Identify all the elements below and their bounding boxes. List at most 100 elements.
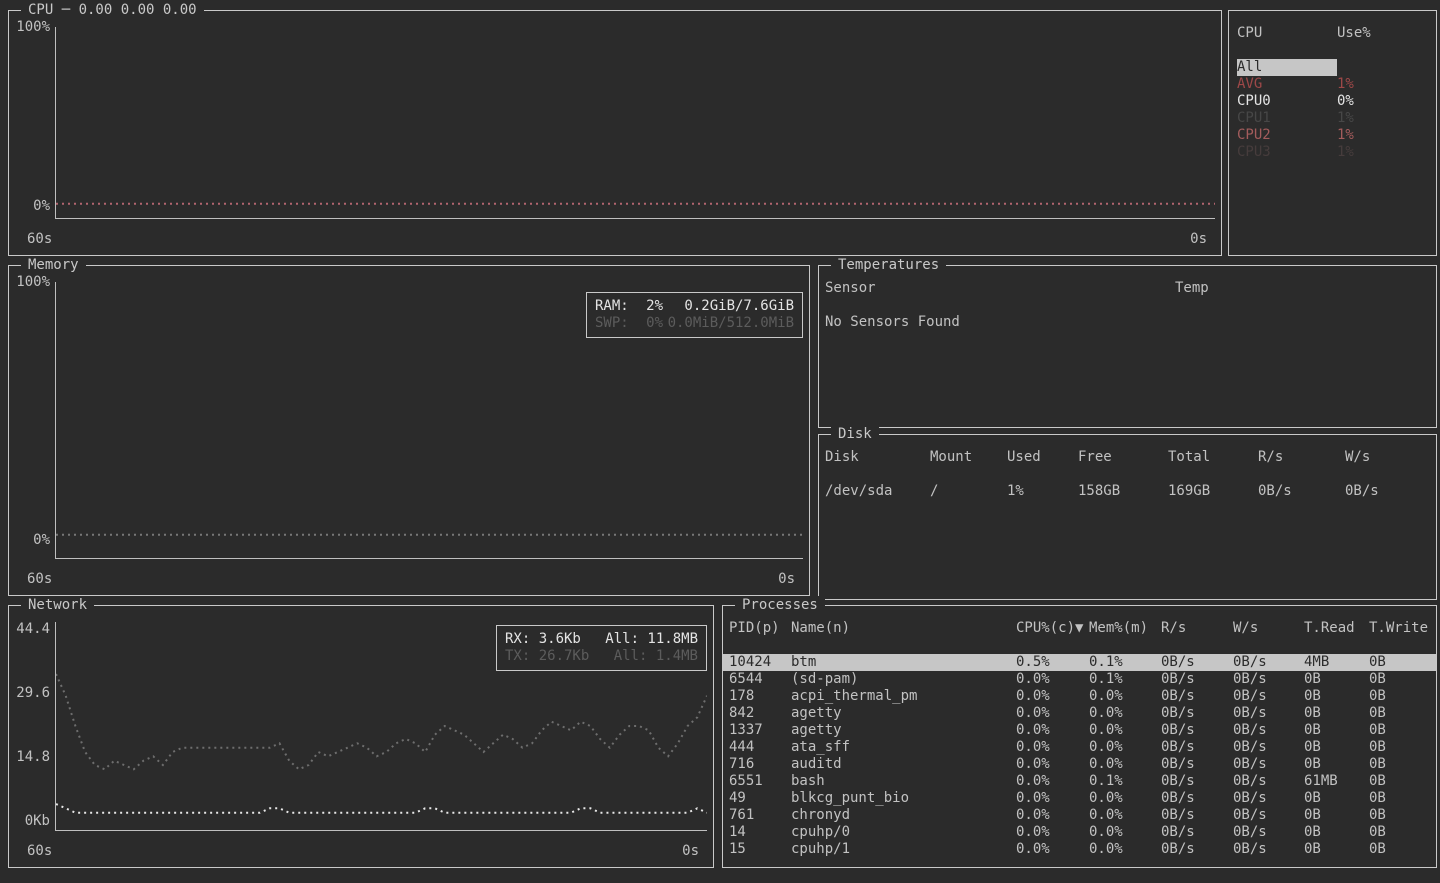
memory-legend-amount: 0.2GiB/7.6GiB	[663, 298, 794, 315]
memory-legend-row-swp: SWP:0%0.0MiB/512.0MiB	[595, 315, 794, 332]
network-panel[interactable]: Network 44.429.614.80Kb RX: 3.6KbAll: 11…	[8, 605, 714, 868]
disk-panel[interactable]: Disk DiskMountUsedFreeTotalR/sW/s /dev/s…	[818, 434, 1437, 600]
disk-header-row: DiskMountUsedFreeTotalR/sW/s	[819, 449, 1436, 466]
cpu-legend-row-all[interactable]: All	[1229, 59, 1436, 76]
disk-spacer	[819, 466, 1436, 483]
process-cell: 0.0%	[1016, 671, 1089, 688]
disk-column-header: Used	[1007, 449, 1078, 466]
cpu-x-left-label: 60s	[27, 231, 52, 248]
process-row-bash[interactable]: 6551bash0.0%0.1%0B/s0B/s61MB0B	[723, 773, 1436, 790]
process-row-cpuhp/0[interactable]: 14cpuhp/00.0%0.0%0B/s0B/s0B0B	[723, 824, 1436, 841]
cpu-entry-use-percent: 0%	[1337, 93, 1436, 110]
cpu-legend-row-cpu2[interactable]: CPU21%	[1229, 127, 1436, 144]
process-column-header[interactable]: R/s	[1161, 620, 1233, 637]
cpu-legend-row-cpu0[interactable]: CPU00%	[1229, 93, 1436, 110]
cpu-legend-row-cpu1[interactable]: CPU11%	[1229, 110, 1436, 127]
process-cell: 178	[729, 688, 791, 705]
process-cell: 0.0%	[1089, 705, 1161, 722]
memory-chart-body: 100%0% RAM:2%0.2GiB/7.6GiBSWP:0%0.0MiB/5…	[9, 282, 803, 559]
process-cell: 0B/s	[1233, 841, 1304, 858]
disk-cell: 0B/s	[1345, 483, 1436, 500]
network-legend-row-rx: RX: 3.6KbAll: 11.8MB	[505, 631, 698, 648]
process-cell: 444	[729, 739, 791, 756]
processes-rows: 10424btm0.5%0.1%0B/s0B/s4MB0B6544(sd-pam…	[723, 654, 1436, 858]
cpu-legend-row-cpu3[interactable]: CPU31%	[1229, 144, 1436, 161]
process-row-chronyd[interactable]: 761chronyd0.0%0.0%0B/s0B/s0B0B	[723, 807, 1436, 824]
process-row-ata_sff[interactable]: 444ata_sff0.0%0.0%0B/s0B/s0B0B	[723, 739, 1436, 756]
processes-table: PID(p)Name(n)CPU%(c)▼Mem%(m)R/sW/sT.Read…	[723, 607, 1436, 866]
process-cell: 0.0%	[1089, 841, 1161, 858]
cpu-legend-column-cpu[interactable]: CPU	[1237, 25, 1337, 42]
process-column-header[interactable]: W/s	[1233, 620, 1304, 637]
memory-plot-area: RAM:2%0.2GiB/7.6GiBSWP:0%0.0MiB/512.0MiB	[55, 282, 803, 559]
process-cell: blkcg_punt_bio	[791, 790, 1016, 807]
cpu-legend-header-row: CPU Use%	[1229, 25, 1436, 42]
process-row-cpuhp/1[interactable]: 15cpuhp/10.0%0.0%0B/s0B/s0B0B	[723, 841, 1436, 858]
process-column-header[interactable]: Mem%(m)	[1089, 620, 1161, 637]
process-row-agetty[interactable]: 1337agetty0.0%0.0%0B/s0B/s0B0B	[723, 722, 1436, 739]
process-cell: 0B/s	[1161, 824, 1233, 841]
network-panel-title: Network	[21, 596, 94, 614]
process-row-agetty[interactable]: 842agetty0.0%0.0%0B/s0B/s0B0B	[723, 705, 1436, 722]
cpu-legend-rows: AllAVG1%CPU00%CPU11%CPU21%CPU31%	[1229, 59, 1436, 161]
process-column-header[interactable]: T.Read	[1304, 620, 1369, 637]
process-column-header[interactable]: T.Write	[1369, 620, 1436, 637]
cpu-entry-label: All	[1237, 59, 1337, 76]
process-cell: 6544	[729, 671, 791, 688]
network-x-axis-labels: 60s 0s	[27, 843, 699, 860]
temperatures-column-sensor[interactable]: Sensor	[825, 280, 1175, 297]
process-row-btm[interactable]: 10424btm0.5%0.1%0B/s0B/s4MB0B	[723, 654, 1436, 671]
temperatures-panel[interactable]: Temperatures Sensor Temp No Sensors Foun…	[818, 265, 1437, 428]
process-cell: 0B	[1304, 824, 1369, 841]
process-cell: 0B	[1369, 688, 1436, 705]
cpu-panel[interactable]: CPU ─ 0.00 0.00 0.00 100%0% 60s 0s	[8, 10, 1222, 256]
process-cell: 0.0%	[1089, 688, 1161, 705]
process-column-header[interactable]: PID(p)	[729, 620, 791, 637]
process-cell: 0B/s	[1161, 739, 1233, 756]
network-chart-body: 44.429.614.80Kb RX: 3.6KbAll: 11.8MBTX: …	[9, 622, 707, 831]
network-legend-row-tx: TX: 26.7KbAll: 1.4MB	[505, 648, 698, 665]
temperatures-column-temp[interactable]: Temp	[1175, 280, 1436, 297]
process-cell: 0.1%	[1089, 654, 1161, 671]
cpu-entry-use-percent: 1%	[1337, 144, 1436, 161]
process-cell: 0.0%	[1016, 739, 1089, 756]
process-cell: 0B/s	[1161, 705, 1233, 722]
cpu-legend-column-use[interactable]: Use%	[1337, 25, 1436, 42]
process-cell: 0B	[1304, 705, 1369, 722]
process-column-header[interactable]: Name(n)	[791, 620, 1016, 637]
process-cell: ata_sff	[791, 739, 1016, 756]
process-cell: 0.0%	[1016, 790, 1089, 807]
disk-column-header: Mount	[930, 449, 1007, 466]
process-row-(sd-pam)[interactable]: 6544(sd-pam)0.0%0.1%0B/s0B/s0B0B	[723, 671, 1436, 688]
process-cell: 0B	[1304, 671, 1369, 688]
net-y-tick-label: 14.8	[16, 749, 50, 765]
disk-row[interactable]: /dev/sda/1%158GB169GB0B/s0B/s	[819, 483, 1436, 500]
cpu-entry-use-percent	[1337, 59, 1436, 76]
network-plot-area: RX: 3.6KbAll: 11.8MBTX: 26.7KbAll: 1.4MB	[55, 622, 707, 831]
network-legend-rate: RX: 3.6Kb	[505, 631, 605, 648]
cpu-legend-spacer	[1229, 42, 1436, 59]
process-row-auditd[interactable]: 716auditd0.0%0.0%0B/s0B/s0B0B	[723, 756, 1436, 773]
process-cell: 0B/s	[1161, 654, 1233, 671]
network-legend-rows: RX: 3.6KbAll: 11.8MBTX: 26.7KbAll: 1.4MB	[505, 631, 698, 665]
temperatures-table: Sensor Temp No Sensors Found	[819, 267, 1436, 426]
processes-panel[interactable]: Processes PID(p)Name(n)CPU%(c)▼Mem%(m)R/…	[722, 605, 1437, 868]
process-cell: 0B	[1304, 790, 1369, 807]
process-cell: 0B/s	[1233, 671, 1304, 688]
cpu-legend-row-avg[interactable]: AVG1%	[1229, 76, 1436, 93]
process-column-header[interactable]: CPU%(c)▼	[1016, 620, 1089, 637]
disk-cell: 169GB	[1168, 483, 1258, 500]
disk-column-header: Total	[1168, 449, 1258, 466]
process-cell: 0B	[1369, 739, 1436, 756]
cpu-legend-panel[interactable]: CPU Use% AllAVG1%CPU00%CPU11%CPU21%CPU31…	[1228, 10, 1437, 256]
process-cell: 0B	[1369, 722, 1436, 739]
process-cell: 0B/s	[1233, 654, 1304, 671]
cpu-chart-body: 100%0%	[9, 27, 1215, 219]
process-row-acpi_thermal_pm[interactable]: 178acpi_thermal_pm0.0%0.0%0B/s0B/s0B0B	[723, 688, 1436, 705]
memory-panel[interactable]: Memory 100%0% RAM:2%0.2GiB/7.6GiBSWP:0%0…	[8, 265, 810, 596]
process-cell: 6551	[729, 773, 791, 790]
cpu-y-tick-label: 0%	[33, 198, 50, 214]
process-row-blkcg_punt_bio[interactable]: 49blkcg_punt_bio0.0%0.0%0B/s0B/s0B0B	[723, 790, 1436, 807]
memory-legend-label: SWP:	[595, 315, 639, 332]
network-legend-total: All: 11.8MB	[605, 631, 698, 648]
